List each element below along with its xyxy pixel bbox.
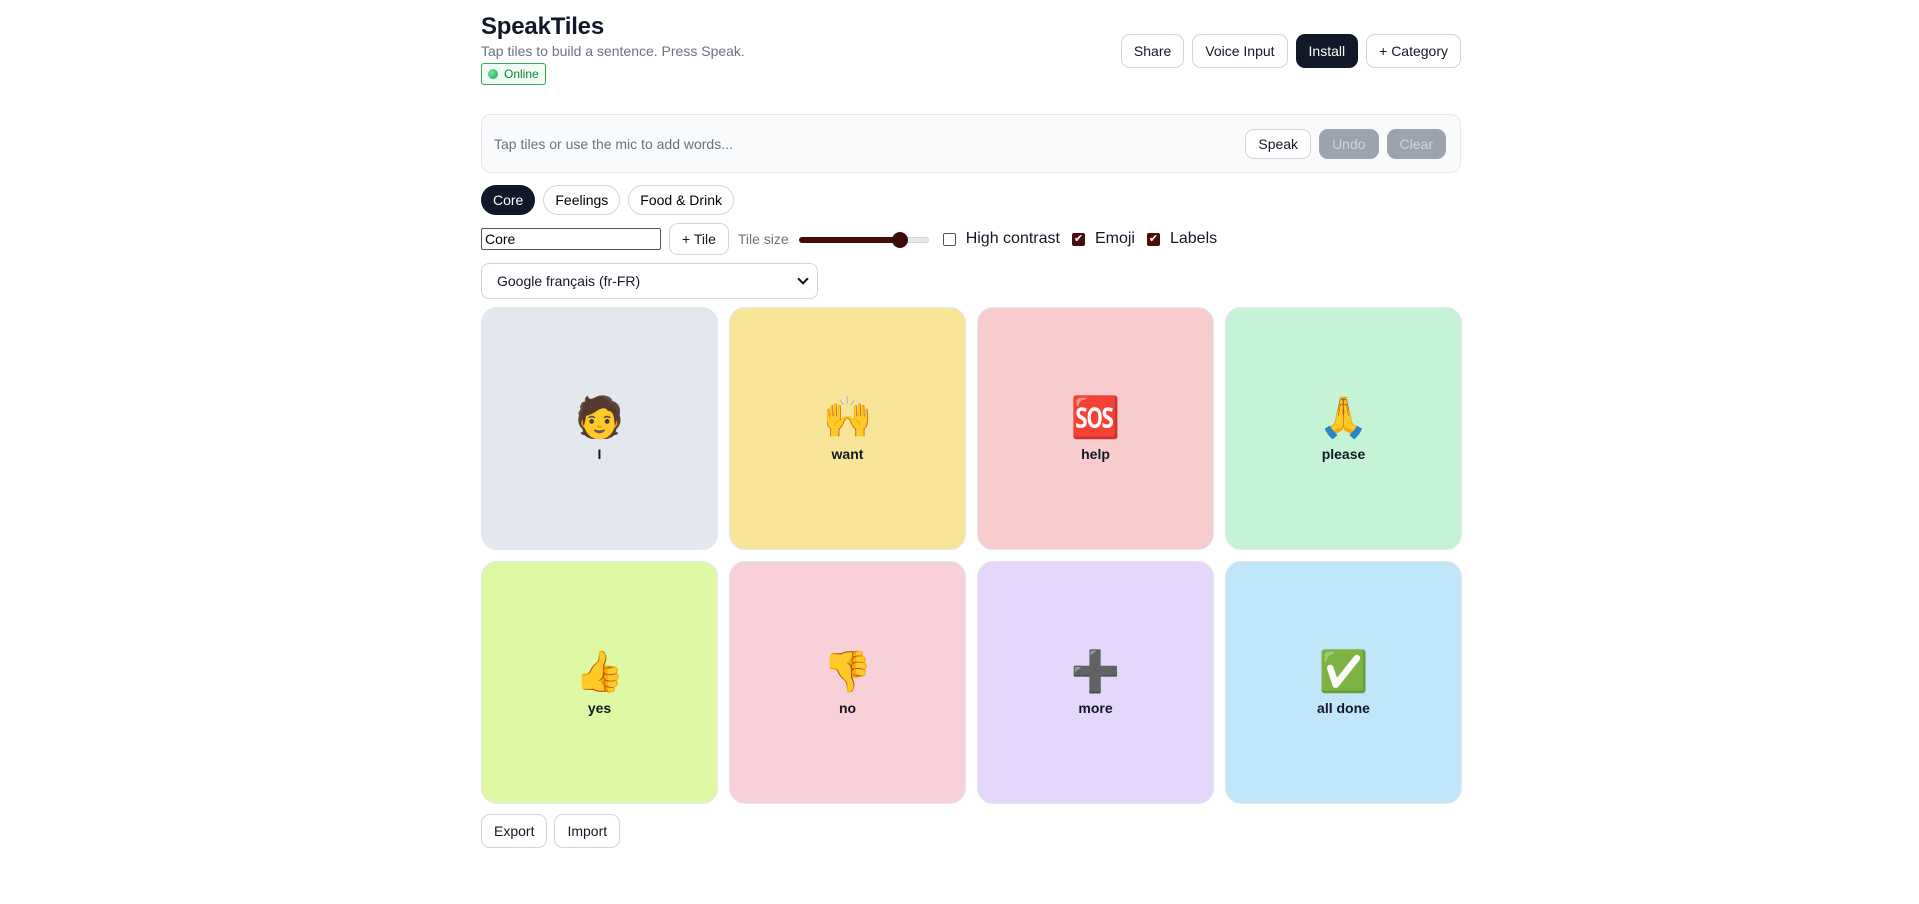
labels-checkbox[interactable]: ✔ — [1146, 232, 1160, 246]
brand: SpeakTiles Tap tiles to build a sentence… — [481, 12, 745, 85]
clear-button[interactable]: Clear — [1386, 128, 1446, 159]
tile-label: no — [838, 699, 857, 716]
tile-label: all done — [1317, 699, 1370, 716]
undo-button[interactable]: Undo — [1319, 128, 1379, 159]
speak-button[interactable]: Speak — [1245, 128, 1312, 159]
tile-size-slider[interactable] — [798, 231, 929, 248]
add-tile-button[interactable]: + Tile — [669, 223, 729, 255]
header: SpeakTiles Tap tiles to build a sentence… — [481, 12, 1461, 90]
tool-row: + Tile Tile size High contrast ✔ Emoji ✔… — [481, 223, 1461, 255]
header-actions: Share Voice Input Install + Category — [1120, 34, 1461, 68]
add-category-button[interactable]: + Category — [1366, 34, 1461, 68]
tab-food-drink[interactable]: Food & Drink — [628, 185, 734, 215]
tile-help[interactable]: 🆘 help — [977, 307, 1214, 550]
voice-input-button[interactable]: Voice Input — [1192, 34, 1288, 68]
app-root: SpeakTiles Tap tiles to build a sentence… — [481, 0, 1462, 848]
status-text: Online — [504, 67, 539, 81]
tile-grid: 🧑 I 🙌 want 🆘 help 🙏 please 👍 yes 👎 no ➕ … — [481, 307, 1462, 804]
praying-hands-icon: 🙏 — [1318, 394, 1369, 441]
export-button[interactable]: Export — [481, 814, 548, 848]
app-subtitle: Tap tiles to build a sentence. Press Spe… — [481, 43, 745, 59]
emoji-toggle[interactable]: ✔ Emoji — [1071, 230, 1135, 248]
sentence-bar[interactable]: Tap tiles or use the mic to add words...… — [481, 114, 1461, 173]
tile-no[interactable]: 👎 no — [729, 561, 966, 804]
sos-icon: 🆘 — [1070, 394, 1121, 441]
tile-label: yes — [587, 699, 612, 716]
tile-more[interactable]: ➕ more — [977, 561, 1214, 804]
category-name-input[interactable] — [481, 228, 661, 250]
category-tabs: Core Feelings Food & Drink — [481, 185, 1461, 215]
tile-want[interactable]: 🙌 want — [729, 307, 966, 550]
plus-icon: ➕ — [1070, 648, 1121, 695]
chevron-down-icon — [797, 273, 809, 285]
emoji-checkbox[interactable]: ✔ — [1071, 232, 1085, 246]
emoji-label: Emoji — [1094, 230, 1135, 247]
tile-label: want — [831, 445, 864, 462]
tile-i[interactable]: 🧑 I — [481, 307, 718, 550]
tile-size-label: Tile size — [737, 231, 789, 247]
tile-label: I — [597, 445, 602, 462]
high-contrast-checkbox[interactable] — [942, 232, 956, 246]
online-dot-icon — [488, 69, 498, 79]
footer-actions: Export Import — [481, 814, 1461, 848]
slider-thumb[interactable] — [891, 232, 908, 248]
tile-label: more — [1078, 699, 1113, 716]
status-badge: Online — [481, 63, 546, 85]
tile-label: please — [1321, 445, 1366, 462]
thumbs-up-icon: 👍 — [574, 648, 625, 695]
app-title: SpeakTiles — [481, 13, 604, 40]
voice-select[interactable]: Google français (fr-FR) — [481, 263, 818, 299]
voice-select-value: Google français (fr-FR) — [497, 273, 641, 289]
tile-label: help — [1081, 445, 1110, 462]
install-button[interactable]: Install — [1295, 34, 1359, 68]
person-icon: 🧑 — [574, 394, 625, 441]
share-button[interactable]: Share — [1120, 34, 1185, 68]
tile-please[interactable]: 🙏 please — [1225, 307, 1462, 550]
tab-core[interactable]: Core — [481, 185, 536, 215]
labels-label: Labels — [1169, 230, 1218, 247]
labels-toggle[interactable]: ✔ Labels — [1146, 230, 1218, 248]
raised-hands-icon: 🙌 — [822, 394, 873, 441]
import-button[interactable]: Import — [554, 814, 621, 848]
thumbs-down-icon: 👎 — [822, 648, 873, 695]
tile-all-done[interactable]: ✅ all done — [1225, 561, 1462, 804]
check-mark-icon: ✅ — [1318, 648, 1369, 695]
high-contrast-toggle[interactable]: High contrast — [942, 230, 1060, 248]
slider-fill — [798, 237, 900, 243]
tab-feelings[interactable]: Feelings — [543, 185, 621, 215]
tile-yes[interactable]: 👍 yes — [481, 561, 718, 804]
sentence-controls: Speak Undo Clear — [1245, 128, 1446, 159]
sentence-placeholder: Tap tiles or use the mic to add words... — [494, 135, 733, 152]
high-contrast-label: High contrast — [965, 230, 1060, 247]
